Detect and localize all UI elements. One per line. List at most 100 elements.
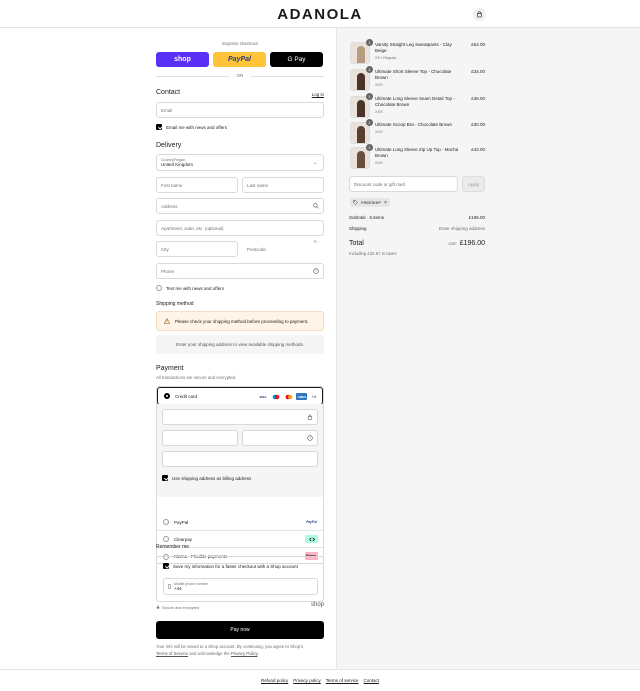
cart-item: 1 Ultimate Scoop Bra - Chocolate Brown XX…	[350, 119, 485, 144]
item-variant: XS / Regular	[375, 56, 397, 60]
currency-code: GBP	[448, 241, 457, 246]
quantity-badge: 1	[366, 144, 373, 151]
shop-logo: shop	[310, 602, 324, 608]
discount-code-input[interactable]: Discount code or gift card	[349, 176, 458, 192]
subtotal-value: £196.00	[468, 215, 485, 220]
item-variant: XXS	[375, 130, 383, 134]
visa-icon: VISA	[259, 394, 267, 399]
remove-discount-icon[interactable]: ×	[384, 200, 387, 206]
terms-link[interactable]: Terms of Service	[156, 651, 188, 656]
paypal-option[interactable]: PayPal PayPal	[157, 514, 323, 531]
contact-heading: Contact	[156, 89, 181, 96]
secure-note: Secure and encrypted	[156, 605, 199, 610]
lock-icon	[307, 414, 313, 420]
privacy-policy-link[interactable]: Privacy policy	[293, 678, 321, 683]
credit-card-form: ? Use shipping address as billing addres…	[157, 404, 323, 497]
cart-item: 1 Ultimate Long Sleeve Zip Up Top - Moch…	[350, 144, 485, 169]
terms-of-service-link[interactable]: Terms of service	[326, 678, 359, 683]
contact-link[interactable]: Contact	[364, 678, 380, 683]
first-name-field[interactable]: First name	[156, 177, 238, 193]
email-field[interactable]: Email	[156, 102, 324, 118]
shipping-info: Enter your shipping address to view avai…	[156, 335, 324, 354]
help-icon[interactable]: ?	[313, 268, 319, 274]
expiry-date-field[interactable]	[162, 430, 238, 446]
item-name: Ultimate Scoop Bra - Chocolate Brown	[375, 122, 453, 127]
mastercard-icon	[283, 393, 294, 400]
card-number-field[interactable]	[162, 409, 318, 425]
quantity-badge: 1	[366, 119, 373, 126]
apply-button[interactable]: Apply	[462, 176, 485, 192]
email-news-checkbox[interactable]: Email me with news and offers	[156, 124, 227, 130]
save-info-checkbox[interactable]: Save my information for a faster checkou…	[163, 563, 298, 569]
product-figure	[357, 46, 365, 63]
item-variant: XXS	[375, 110, 383, 114]
total-row: Total GBP £196.00	[349, 240, 485, 247]
quantity-badge: 1	[366, 39, 373, 46]
maestro-icon	[270, 393, 281, 400]
google-pay-button[interactable]: G Pay	[270, 52, 323, 67]
item-name: Ultimate Long Sleeve Zip Up Top - Mocha …	[375, 147, 459, 158]
help-icon[interactable]: ?	[307, 435, 313, 441]
address-field[interactable]: Address	[156, 198, 324, 214]
checkbox-checked-icon[interactable]	[162, 475, 168, 481]
name-on-card-field[interactable]	[162, 451, 318, 467]
billing-address-checkbox[interactable]: Use shipping address as billing address	[162, 475, 251, 481]
taxes-note: Including £32.67 in taxes	[349, 251, 397, 256]
remember-me-heading: Remember me	[156, 544, 190, 550]
item-variant: XXS	[375, 161, 383, 165]
bag-icon[interactable]	[473, 8, 486, 21]
lock-icon	[156, 605, 160, 610]
radio-unselected-icon[interactable]	[163, 519, 169, 525]
or-divider: OR	[156, 73, 324, 78]
tag-icon	[353, 199, 358, 206]
store-logo[interactable]: ADANOLA	[0, 6, 640, 23]
payment-methods: Credit card VISA AMEX +4 ? Use shipping …	[156, 386, 324, 564]
product-figure	[357, 100, 365, 117]
checkbox-checked-icon[interactable]	[163, 563, 169, 569]
privacy-link[interactable]: Privacy Policy	[231, 651, 257, 656]
item-price: £34.00	[471, 69, 485, 74]
phone-icon	[167, 584, 172, 591]
text-news-checkbox[interactable]: Text me with news and offers	[156, 285, 224, 291]
payment-subtitle: All transactions are secure and encrypte…	[156, 375, 237, 380]
postcode-badge: P...	[314, 239, 320, 244]
total-value: £196.00	[459, 240, 485, 247]
country-select[interactable]: Country/Region United Kingdom ⌄	[156, 154, 324, 171]
shipping-method-heading: Shipping method	[156, 301, 194, 307]
item-price: £36.00	[471, 96, 485, 101]
postcode-field[interactable]: Postcode	[242, 241, 324, 257]
refund-policy-link[interactable]: Refund policy	[261, 678, 288, 683]
checkbox-unchecked-icon[interactable]	[156, 285, 162, 291]
credit-card-option[interactable]: Credit card VISA AMEX +4	[157, 387, 323, 405]
last-name-field[interactable]: Last name	[242, 177, 324, 193]
apartment-field[interactable]: Apartment, suite, etc. (optional)	[156, 220, 324, 236]
product-figure	[357, 151, 365, 168]
city-field[interactable]: City	[156, 241, 238, 257]
security-code-field[interactable]: ?	[242, 430, 318, 446]
quantity-badge: 1	[366, 66, 373, 73]
item-price: £30.00	[471, 122, 485, 127]
search-icon	[313, 203, 319, 209]
cart-item: 1 Ultimate Long Sleeve Seam Detail Top -…	[350, 93, 485, 118]
mobile-phone-field[interactable]: Mobile phone number +44	[163, 578, 318, 595]
remember-me-box: Save my information for a faster checkou…	[156, 556, 324, 602]
radio-unselected-icon[interactable]	[163, 536, 169, 542]
footer-divider	[0, 669, 640, 670]
shipping-warning: Please check your shipping method before…	[156, 311, 324, 331]
login-link[interactable]: Log in	[312, 92, 324, 97]
paypal-button[interactable]: PayPal	[213, 52, 266, 67]
amex-icon: AMEX	[296, 393, 308, 400]
phone-field[interactable]: Phone ?	[156, 263, 324, 279]
payment-heading: Payment	[156, 365, 184, 372]
item-price: £54.00	[471, 42, 485, 47]
product-figure	[357, 73, 365, 90]
cart-item: 1 Varsity Straight Leg Sweatpants - Clay…	[350, 39, 485, 64]
checkbox-checked-icon[interactable]	[156, 124, 162, 130]
pay-now-button[interactable]: Pay now	[156, 621, 324, 639]
paypal-icon: PayPal	[305, 518, 318, 526]
radio-selected-icon[interactable]	[164, 393, 170, 399]
subtotal-row: Subtotal · 5 items £196.00	[349, 215, 485, 220]
discount-chip: FREESHIP ×	[350, 198, 390, 207]
svg-text:?: ?	[315, 269, 317, 273]
shop-pay-button[interactable]: shop	[156, 52, 209, 67]
